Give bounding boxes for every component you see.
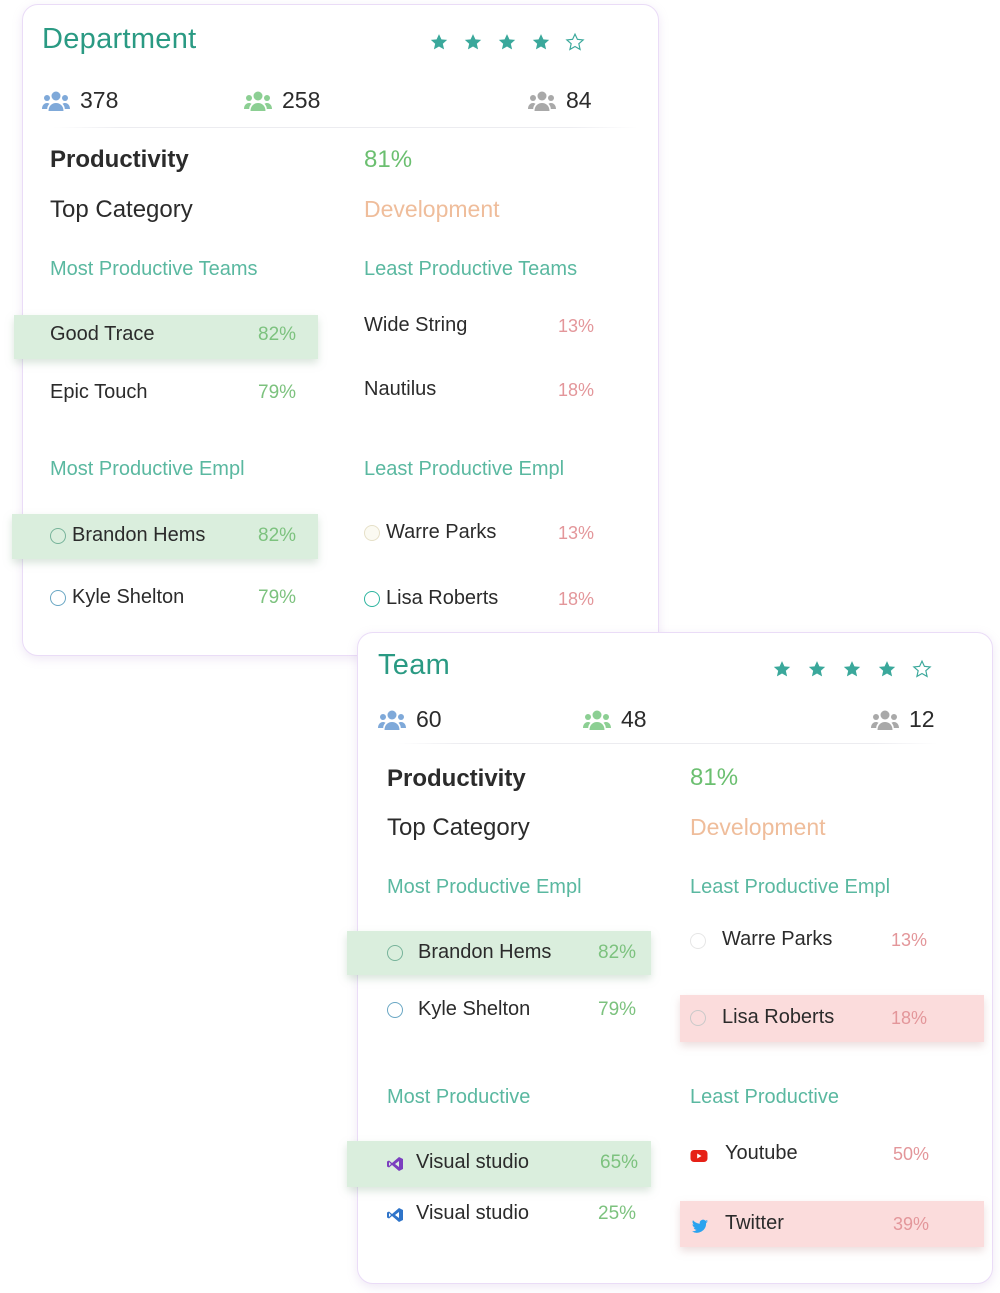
stat-total-value: 378 bbox=[80, 87, 119, 113]
people-icon bbox=[528, 91, 556, 111]
star-filled-icon[interactable] bbox=[497, 32, 517, 52]
productivity-value: 81% bbox=[364, 146, 413, 173]
people-icon bbox=[378, 710, 406, 730]
stat-active: 48 bbox=[583, 706, 647, 733]
avatar-icon bbox=[50, 590, 66, 606]
avatar-icon bbox=[387, 1002, 403, 1018]
employee-percent: 79% bbox=[258, 587, 297, 608]
star-filled-icon[interactable] bbox=[842, 659, 862, 679]
productivity-label: Productivity bbox=[50, 146, 189, 173]
least-productive-empl-heading: Least Productive Empl bbox=[690, 876, 891, 898]
avatar-icon bbox=[50, 528, 66, 544]
employee-percent: 18% bbox=[558, 589, 595, 609]
people-icon bbox=[583, 710, 611, 730]
people-icon bbox=[244, 91, 272, 111]
most-productive-empl-heading: Most Productive Empl bbox=[387, 876, 582, 898]
avatar-icon bbox=[364, 525, 380, 541]
star-filled-icon[interactable] bbox=[531, 32, 551, 52]
app-percent: 25% bbox=[598, 1203, 637, 1224]
employee-percent: 13% bbox=[891, 930, 928, 950]
team-rating[interactable] bbox=[772, 659, 932, 679]
team-name[interactable]: Epic Touch bbox=[50, 381, 147, 404]
employee-name[interactable]: Lisa Roberts bbox=[386, 587, 498, 610]
app-percent: 39% bbox=[893, 1214, 930, 1234]
employee-name[interactable]: Warre Parks bbox=[386, 521, 496, 544]
productivity-value: 81% bbox=[690, 764, 739, 791]
most-productive-apps-heading: Most Productive bbox=[387, 1086, 531, 1108]
avatar-icon bbox=[690, 1010, 706, 1026]
avatar-icon bbox=[387, 945, 403, 961]
employee-name[interactable]: Kyle Shelton bbox=[418, 998, 530, 1021]
team-percent: 18% bbox=[558, 380, 595, 400]
department-rating[interactable] bbox=[429, 32, 585, 52]
stat-inactive-value: 12 bbox=[909, 706, 935, 732]
app-percent: 65% bbox=[600, 1152, 639, 1173]
team-name[interactable]: Nautilus bbox=[364, 378, 436, 401]
top-category-label: Top Category bbox=[387, 814, 530, 841]
star-filled-icon[interactable] bbox=[877, 659, 897, 679]
employee-percent: 79% bbox=[598, 999, 637, 1020]
stat-active-value: 48 bbox=[621, 706, 647, 732]
stat-inactive: 84 bbox=[528, 87, 592, 114]
vscode-icon bbox=[387, 1208, 403, 1222]
team-percent: 13% bbox=[558, 316, 595, 336]
people-icon bbox=[871, 710, 899, 730]
employee-name[interactable]: Kyle Shelton bbox=[72, 586, 184, 609]
team-name[interactable]: Good Trace bbox=[50, 323, 155, 346]
avatar-icon bbox=[364, 591, 380, 607]
employee-name[interactable]: Brandon Hems bbox=[418, 941, 551, 964]
twitter-icon bbox=[691, 1219, 708, 1233]
divider bbox=[398, 743, 938, 744]
top-category-value: Development bbox=[690, 814, 826, 840]
stat-active: 258 bbox=[244, 87, 320, 114]
least-productive-apps-heading: Least Productive bbox=[690, 1086, 839, 1108]
least-productive-empl-heading: Least Productive Empl bbox=[364, 458, 565, 480]
employee-name[interactable]: Lisa Roberts bbox=[722, 1006, 834, 1029]
team-name[interactable]: Wide String bbox=[364, 314, 467, 337]
app-percent: 50% bbox=[893, 1144, 930, 1164]
stat-inactive: 12 bbox=[871, 706, 935, 733]
star-filled-icon[interactable] bbox=[807, 659, 827, 679]
top-category-label: Top Category bbox=[50, 196, 193, 223]
visual-studio-icon bbox=[387, 1157, 403, 1171]
star-empty-icon[interactable] bbox=[565, 32, 585, 52]
people-icon bbox=[42, 91, 70, 111]
youtube-icon bbox=[690, 1150, 708, 1162]
star-filled-icon[interactable] bbox=[463, 32, 483, 52]
most-productive-teams-heading: Most Productive Teams bbox=[50, 258, 258, 280]
least-productive-teams-heading: Least Productive Teams bbox=[364, 258, 578, 280]
team-percent: 79% bbox=[258, 382, 297, 403]
divider bbox=[53, 127, 638, 128]
department-card: Department 378 258 84 Productivity 81% T… bbox=[12, 4, 659, 656]
star-empty-icon[interactable] bbox=[912, 659, 932, 679]
productivity-label: Productivity bbox=[387, 765, 526, 792]
team-percent: 82% bbox=[258, 324, 297, 345]
stat-active-value: 258 bbox=[282, 87, 321, 113]
team-card: Team 60 48 12 Productivity 81% Top Categ… bbox=[347, 632, 993, 1284]
top-category-value: Development bbox=[364, 196, 500, 222]
employee-percent: 82% bbox=[258, 525, 297, 546]
employee-percent: 82% bbox=[598, 942, 637, 963]
app-name[interactable]: Visual studio bbox=[416, 1202, 529, 1225]
most-productive-empl-heading: Most Productive Empl bbox=[50, 458, 245, 480]
stat-total-value: 60 bbox=[416, 706, 442, 732]
employee-name[interactable]: Warre Parks bbox=[722, 928, 832, 951]
stat-total: 60 bbox=[378, 706, 442, 733]
employee-name[interactable]: Brandon Hems bbox=[72, 524, 205, 547]
app-name[interactable]: Visual studio bbox=[416, 1151, 529, 1174]
star-filled-icon[interactable] bbox=[772, 659, 792, 679]
star-filled-icon[interactable] bbox=[429, 32, 449, 52]
avatar-icon bbox=[690, 933, 706, 949]
app-name[interactable]: Twitter bbox=[725, 1212, 784, 1235]
stat-total: 378 bbox=[42, 87, 118, 114]
employee-percent: 13% bbox=[558, 523, 595, 543]
stat-inactive-value: 84 bbox=[566, 87, 592, 113]
employee-percent: 18% bbox=[891, 1008, 928, 1028]
department-title: Department bbox=[42, 23, 197, 55]
team-title: Team bbox=[378, 649, 451, 681]
app-name[interactable]: Youtube bbox=[725, 1142, 798, 1165]
